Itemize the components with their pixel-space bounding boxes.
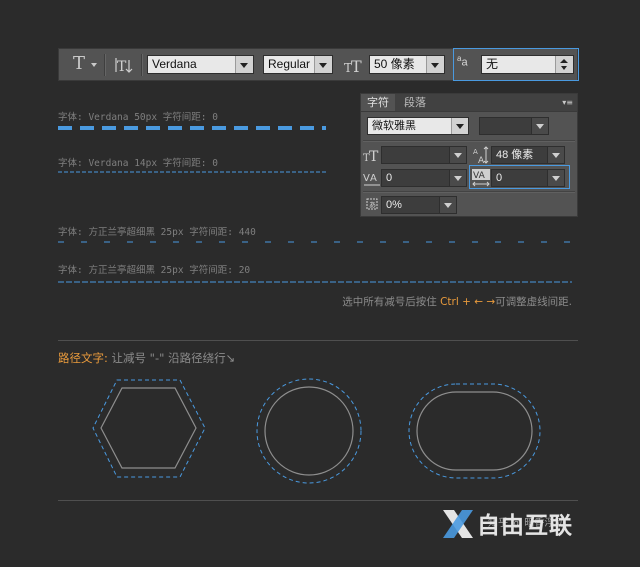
font-family-value: Verdana: [152, 57, 197, 71]
tool-preset-chevron-icon[interactable]: [91, 63, 97, 67]
divider: [363, 191, 575, 193]
svg-text:A: A: [473, 148, 478, 156]
dashed-line-verdana-14: [58, 171, 328, 173]
panel-kerning-value: 0: [386, 172, 393, 184]
watermark-text: 自由互联: [477, 513, 573, 539]
up-down-arrows-icon[interactable]: [555, 56, 573, 73]
watermark-logo-icon: [443, 510, 473, 538]
dashed-line-verdana-50: [58, 126, 326, 130]
divider: [58, 500, 578, 501]
chevron-down-icon[interactable]: [451, 118, 468, 134]
tab-character[interactable]: 字符: [361, 94, 395, 111]
font-size-icon: T T: [363, 149, 379, 164]
svg-text:あ: あ: [369, 201, 376, 209]
sample-caption-4: 字体: 方正兰亭超细黑 25px 字符间距: 20: [58, 265, 251, 276]
separator: [141, 54, 143, 76]
chevron-down-icon[interactable]: [314, 56, 332, 73]
sample-caption-3: 字体: 方正兰亭超细黑 25px 字符间距: 440: [58, 227, 256, 238]
hint-keys: Ctrl + ← →: [440, 296, 496, 308]
font-style-value: Regular: [268, 57, 311, 71]
panel-font-family-value: 微软雅黑: [372, 120, 416, 132]
dashed-line-tracking-20: [58, 281, 572, 283]
hexagon-path: [100, 387, 197, 469]
chevron-down-icon[interactable]: [235, 56, 253, 73]
chevron-down-icon[interactable]: [449, 147, 466, 163]
path-title-label: 路径文字:: [58, 351, 108, 365]
anti-alias-icon: aa: [457, 54, 468, 69]
font-style-select[interactable]: Regular: [263, 55, 333, 74]
options-bar: T T Verdana Regular T T 50 像素 aa 无: [58, 48, 579, 81]
sample-caption-2: 字体: Verdana 14px 字符间距: 0: [58, 158, 218, 169]
scale-icon: あ: [366, 198, 378, 210]
separator: [104, 54, 106, 76]
svg-text:T: T: [117, 59, 127, 75]
type-tool-icon[interactable]: T: [69, 53, 89, 75]
svg-text:A: A: [370, 173, 377, 184]
hint-text: 选中所有减号后按住 Ctrl + ← →可调整虚线间距.: [342, 294, 572, 309]
character-panel: 字符 段落 ▾≡ 微软雅黑 T T A A 48 像素 V A 0 VA 0 あ…: [360, 93, 578, 217]
svg-text:T: T: [351, 57, 362, 76]
capsule-dashed: [408, 383, 541, 479]
panel-scale-select[interactable]: 0%: [381, 196, 457, 214]
chevron-down-icon[interactable]: [439, 197, 456, 213]
anti-alias-value: 无: [486, 57, 499, 71]
path-title-desc: 让减号 "-" 沿路径绕行↘: [107, 351, 236, 365]
panel-menu-icon[interactable]: ▾≡: [562, 98, 573, 107]
sample-caption-1: 字体: Verdana 50px 字符间距: 0: [58, 112, 218, 123]
tab-paragraph[interactable]: 段落: [398, 94, 432, 111]
font-size-icon: T T: [344, 57, 362, 76]
path-text-title: 路径文字: 让减号 "-" 沿路径绕行↘: [58, 350, 235, 366]
chevron-down-icon[interactable]: [547, 147, 564, 163]
path-shapes: [92, 378, 541, 484]
circle-path: [264, 386, 354, 476]
font-size-select[interactable]: 50 像素: [369, 55, 445, 74]
text-orientation-icon[interactable]: T: [114, 54, 134, 76]
panel-tabs: 字符 段落 ▾≡: [361, 94, 577, 112]
divider: [363, 140, 575, 142]
panel-scale-value: 0%: [386, 199, 402, 211]
chevron-down-icon[interactable]: [426, 56, 444, 73]
svg-text:A: A: [478, 156, 485, 164]
svg-text:V: V: [363, 173, 370, 184]
chevron-down-icon[interactable]: [531, 118, 548, 134]
anti-alias-highlight: aa 无: [453, 48, 579, 81]
divider: [58, 340, 578, 341]
font-size-value: 50 像素: [374, 57, 415, 71]
hexagon-dashed: [92, 379, 206, 478]
font-family-select[interactable]: Verdana: [147, 55, 254, 74]
circle-dashed: [256, 378, 362, 484]
svg-text:T: T: [369, 149, 379, 164]
hint-before: 选中所有减号后按住: [342, 296, 441, 308]
anti-alias-select[interactable]: 无: [481, 55, 574, 74]
panel-kerning-select[interactable]: 0: [381, 169, 467, 187]
panel-font-family-select[interactable]: 微软雅黑: [367, 117, 469, 135]
leading-icon: A A: [473, 146, 489, 164]
panel-leading-value: 48 像素: [496, 149, 534, 161]
kerning-icon: V A: [363, 173, 380, 186]
dashed-line-tracking-440: [58, 241, 574, 243]
panel-leading-select[interactable]: 48 像素: [491, 146, 565, 164]
tracking-highlight: [469, 165, 570, 189]
hint-after: 可调整虚线间距.: [495, 296, 572, 308]
capsule-path: [416, 391, 533, 471]
chevron-down-icon[interactable]: [449, 170, 466, 186]
panel-font-style-select[interactable]: [479, 117, 549, 135]
panel-font-size-select[interactable]: [381, 146, 467, 164]
